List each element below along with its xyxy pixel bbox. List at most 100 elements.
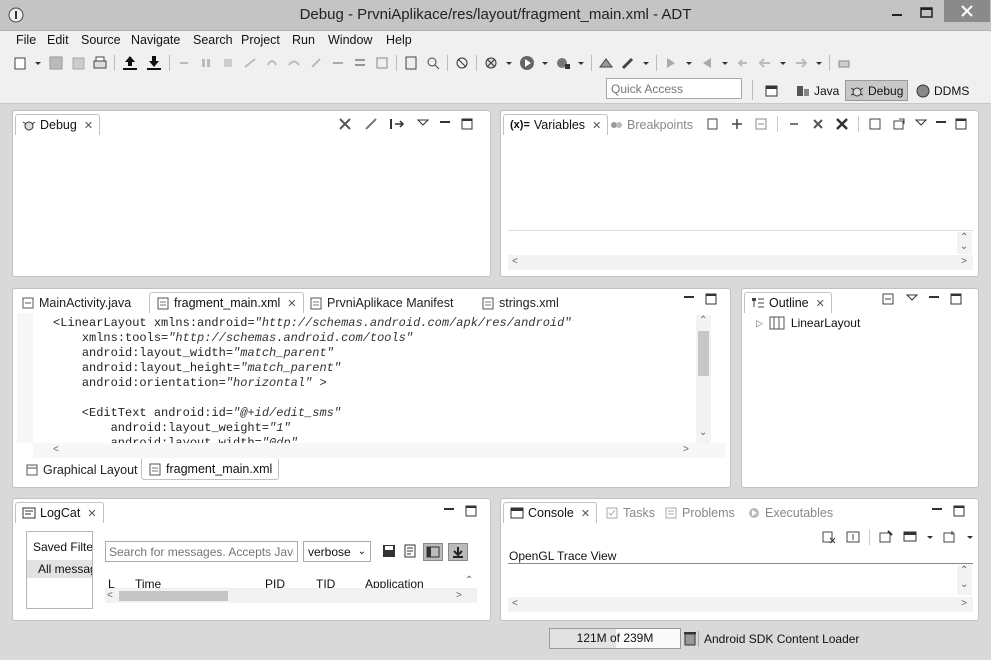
expand-arrow-icon[interactable]: ▷ [756, 318, 763, 329]
step-filter-icon[interactable] [389, 116, 407, 132]
maximize-view-icon[interactable] [953, 503, 965, 519]
drop-frame-icon[interactable] [330, 55, 346, 71]
col-tid[interactable]: TID [316, 577, 335, 588]
collapse-all-icon[interactable] [753, 116, 769, 132]
scroll-left-icon[interactable]: < [53, 444, 59, 455]
scroll-down-icon[interactable]: ⌄ [699, 427, 707, 438]
dropdown-icon[interactable] [966, 529, 974, 545]
tab-logcat[interactable]: LogCat ✕ [15, 502, 104, 523]
menu-help[interactable]: Help [385, 33, 413, 47]
scroll-up-icon[interactable]: ⌃ [699, 315, 707, 326]
tab-mainactivity[interactable]: MainActivity.java [15, 292, 137, 313]
open-type-icon[interactable] [403, 55, 419, 71]
col-level[interactable]: L [108, 577, 115, 588]
open-perspective-icon[interactable] [764, 83, 780, 99]
step-return-icon[interactable] [308, 55, 324, 71]
log-horizontal-scrollbar[interactable]: < > [105, 589, 477, 603]
use-step-filters-icon[interactable] [352, 55, 368, 71]
show-type-icon[interactable] [705, 116, 721, 132]
scroll-down-icon[interactable]: ⌄ [960, 241, 968, 252]
scroll-left-icon[interactable]: < [512, 598, 518, 609]
scroll-thumb[interactable] [119, 591, 228, 601]
toggle-filters-icon[interactable] [423, 543, 443, 561]
menu-edit[interactable]: Edit [46, 33, 70, 47]
perspective-ddms[interactable]: DDMS [912, 80, 972, 101]
maximize-view-icon[interactable] [955, 116, 967, 132]
forward-icon[interactable] [793, 55, 809, 71]
tab-tasks[interactable]: Tasks [599, 502, 661, 523]
trash-icon[interactable] [683, 630, 697, 646]
menu-file[interactable]: File [15, 33, 37, 47]
menu-window[interactable]: Window [327, 33, 373, 47]
minimize-view-icon[interactable] [928, 291, 940, 307]
outline-tree-item[interactable]: ▷ LinearLayout [756, 316, 860, 330]
tab-manifest[interactable]: PrvniAplikace Manifest [303, 292, 459, 313]
logcat-search-input[interactable] [105, 541, 298, 562]
console-horizontal-scrollbar[interactable]: < > [508, 597, 973, 612]
view-menu-icon[interactable] [417, 116, 429, 132]
dropdown-icon[interactable] [815, 55, 823, 71]
close-icon[interactable]: ✕ [816, 297, 825, 310]
close-icon[interactable]: ✕ [287, 297, 296, 310]
tab-xml-source[interactable]: fragment_main.xml [141, 459, 280, 480]
clear-log-icon[interactable] [402, 543, 418, 561]
scroll-lock-icon[interactable] [845, 529, 861, 545]
tab-outline[interactable]: Outline ✕ [744, 292, 832, 313]
dropdown-icon[interactable] [642, 55, 650, 71]
tab-variables[interactable]: (x)= Variables ✕ [503, 114, 609, 135]
add-watch-icon[interactable] [729, 116, 745, 132]
next-annotation-icon[interactable] [663, 55, 679, 71]
console-vertical-scrollbar[interactable]: ⌃ ⌄ [957, 565, 972, 595]
minimize-view-icon[interactable] [683, 291, 695, 307]
upload-icon[interactable] [121, 54, 139, 72]
log-vertical-scrollbar[interactable]: ⌃ [463, 575, 475, 589]
close-button[interactable] [944, 0, 990, 22]
save-all-icon[interactable] [70, 55, 86, 71]
log-level-select[interactable]: verbose ⌄ [303, 541, 371, 562]
last-edit-icon[interactable] [735, 55, 751, 71]
horizontal-scrollbar[interactable]: < > [508, 255, 973, 270]
col-application[interactable]: Application [365, 577, 424, 588]
scroll-up-icon[interactable]: ⌃ [960, 565, 968, 576]
debug-run-icon[interactable] [483, 55, 499, 71]
skip-breakpoints-icon[interactable] [176, 55, 192, 71]
minimize-view-icon[interactable] [931, 503, 943, 519]
display-console-icon[interactable] [902, 529, 918, 545]
minimize-view-icon[interactable] [935, 116, 947, 132]
remove-terminated-icon[interactable] [337, 116, 353, 132]
scroll-right-icon[interactable]: > [961, 598, 967, 609]
link-icon[interactable] [363, 116, 379, 132]
scroll-thumb[interactable] [698, 331, 709, 376]
download-icon[interactable] [145, 54, 163, 72]
maximize-view-icon[interactable] [465, 503, 477, 519]
editor-vertical-scrollbar[interactable]: ⌃ ⌄ [696, 315, 711, 443]
maximize-button[interactable] [914, 3, 940, 23]
vertical-scrollbar[interactable]: ⌃ ⌄ [957, 232, 972, 254]
all-messages-filter[interactable]: All messages [27, 560, 92, 578]
scroll-left-icon[interactable]: < [512, 256, 518, 267]
pin-editor-icon[interactable] [836, 55, 852, 71]
remove-all-icon[interactable] [834, 116, 850, 132]
terminate-icon[interactable] [220, 55, 236, 71]
tab-debug[interactable]: Debug ✕ [15, 114, 101, 135]
maximize-view-icon[interactable] [950, 291, 962, 307]
tab-graphical-layout[interactable]: Graphical Layout [19, 459, 144, 480]
editor-horizontal-scrollbar[interactable]: < > [33, 443, 726, 458]
print-icon[interactable] [92, 55, 108, 71]
heap-status[interactable]: 121M of 239M [549, 628, 681, 649]
perspective-java[interactable]: Java [792, 80, 842, 101]
menu-search[interactable]: Search [192, 33, 234, 47]
remove-icon[interactable] [786, 116, 802, 132]
scroll-left-icon[interactable]: < [107, 590, 113, 601]
tab-executables[interactable]: Executables [741, 502, 839, 523]
view-menu-icon[interactable] [906, 291, 918, 307]
step-over-icon[interactable] [286, 55, 302, 71]
tab-strings[interactable]: strings.xml [475, 292, 565, 313]
close-icon[interactable]: ✕ [581, 507, 590, 520]
save-icon[interactable] [381, 543, 397, 561]
menu-source[interactable]: Source [80, 33, 122, 47]
dropdown-icon[interactable] [779, 55, 787, 71]
tab-problems[interactable]: Problems [658, 502, 741, 523]
open-task-icon[interactable] [598, 55, 614, 71]
run-icon[interactable] [519, 55, 535, 71]
